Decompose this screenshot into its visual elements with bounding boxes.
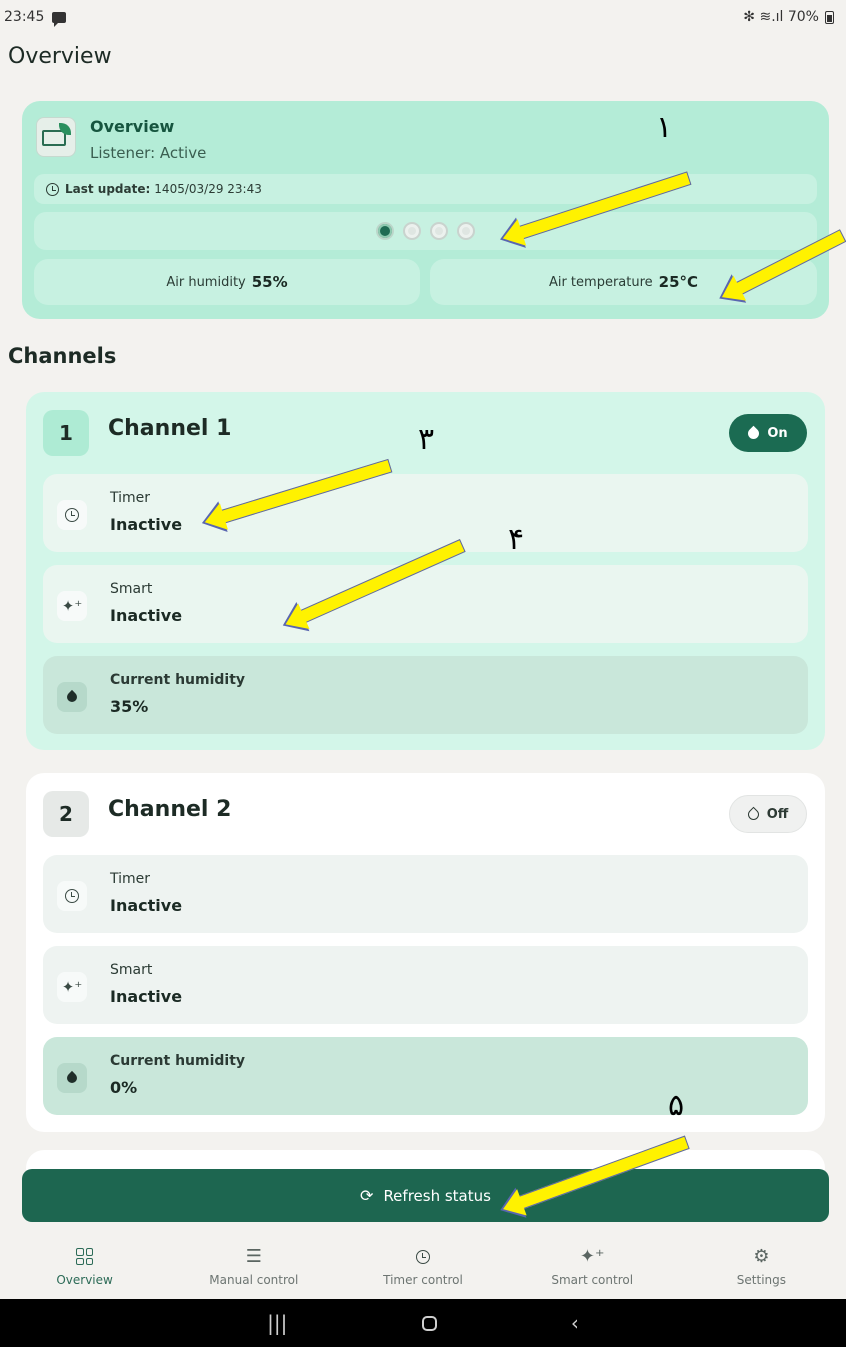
air-temperature-value: 25°C [658, 273, 699, 291]
annotation-number: ۴ [508, 522, 525, 557]
nav-settings[interactable]: ⚙ Settings [677, 1234, 846, 1299]
humidity-row: Current humidity 35% [43, 656, 808, 734]
sparkle-icon: ✦⁺ [579, 1246, 605, 1267]
status-indicators: ✻ ≋.ıl 70% [743, 9, 819, 25]
water-drop-icon [64, 689, 80, 705]
nav-label: Smart control [551, 1272, 634, 1287]
channel-status-label: Off [766, 806, 789, 822]
page-dot-4[interactable] [457, 222, 475, 240]
humidity-value: 35% [110, 697, 149, 716]
nav-smart-control[interactable]: ✦⁺ Smart control [508, 1234, 677, 1299]
channels-heading: Channels [8, 344, 117, 368]
air-humidity-chip: Air humidity 55% [34, 259, 420, 305]
home-icon[interactable] [421, 1315, 437, 1331]
nav-label: Overview [56, 1272, 113, 1287]
channel-status-label: On [767, 425, 788, 441]
system-navigation-bar: ||| ‹ [0, 1299, 846, 1347]
air-humidity-value: 55% [251, 273, 288, 291]
page-indicator [34, 212, 817, 250]
channel-card[interactable]: 2 Channel 2 Off Timer Inactive ✦⁺ Smart … [26, 773, 825, 1132]
page-dot-1[interactable] [376, 222, 394, 240]
channel-number: 1 [43, 410, 89, 456]
refresh-icon: ⟳ [360, 1186, 374, 1205]
nav-label: Timer control [383, 1272, 463, 1287]
humidity-row: Current humidity 0% [43, 1037, 808, 1115]
humidity-label: Current humidity [110, 672, 246, 688]
bottom-navigation: Overview ☰ Manual control Timer control … [0, 1234, 846, 1299]
nav-label: Manual control [209, 1272, 299, 1287]
message-icon [52, 11, 67, 27]
gear-icon: ⚙ [753, 1246, 770, 1267]
back-icon[interactable]: ‹ [571, 1311, 579, 1335]
clock-icon [65, 889, 79, 903]
refresh-status-button[interactable]: ⟳ Refresh status [22, 1169, 829, 1222]
timer-row[interactable]: Timer Inactive [43, 474, 808, 552]
annotation-number: ٣ [418, 422, 435, 457]
sparkle-icon: ✦⁺ [61, 596, 83, 615]
timer-label: Timer [110, 490, 151, 506]
air-humidity-label: Air humidity [166, 274, 246, 290]
sparkle-icon: ✦⁺ [61, 977, 83, 996]
channel-status-toggle[interactable]: On [729, 414, 807, 452]
app-logo-icon [36, 117, 76, 157]
annotation-number: ۵ [668, 1088, 685, 1123]
battery-icon [825, 10, 834, 24]
annotation-number: ١ [656, 110, 673, 145]
recent-apps-icon[interactable]: ||| [267, 1311, 287, 1335]
sliders-icon: ☰ [245, 1246, 262, 1267]
clock-icon [416, 1247, 430, 1267]
last-update-value: 1405/03/29 23:43 [154, 182, 262, 196]
status-bar: 23:45 ✻ ≋.ıl 70% [0, 0, 846, 34]
grid-icon [76, 1247, 94, 1267]
air-temperature-label: Air temperature [548, 274, 653, 290]
humidity-value: 0% [110, 1078, 138, 1097]
smart-label: Smart [110, 581, 153, 597]
clock-icon [46, 182, 59, 196]
refresh-status-label: Refresh status [383, 1186, 491, 1205]
humidity-label: Current humidity [110, 1053, 246, 1069]
status-time: 23:45 [4, 9, 45, 25]
timer-label: Timer [110, 871, 151, 887]
channel-name: Channel 2 [108, 797, 232, 822]
water-drop-outline-icon [745, 806, 761, 822]
channel-number: 2 [43, 791, 89, 837]
smart-value: Inactive [110, 606, 183, 625]
nav-overview[interactable]: Overview [0, 1234, 169, 1299]
page-dot-3[interactable] [430, 222, 448, 240]
timer-value: Inactive [110, 896, 183, 915]
channel-name: Channel 1 [108, 416, 232, 441]
timer-value: Inactive [110, 515, 183, 534]
water-drop-icon [746, 425, 762, 441]
overview-card: Overview Listener: Active Last update: 1… [22, 101, 829, 319]
nav-manual-control[interactable]: ☰ Manual control [169, 1234, 338, 1299]
page-dot-2[interactable] [403, 222, 421, 240]
smart-row[interactable]: ✦⁺ Smart Inactive [43, 946, 808, 1024]
last-update-bar: Last update: 1405/03/29 23:43 [34, 174, 817, 204]
last-update-label: Last update: [65, 182, 151, 196]
channel-status-toggle[interactable]: Off [729, 795, 807, 833]
nav-label: Settings [736, 1272, 787, 1287]
water-drop-icon [64, 1070, 80, 1086]
page-title: Overview [8, 44, 112, 69]
listener-status: Listener: Active [90, 144, 207, 162]
timer-row[interactable]: Timer Inactive [43, 855, 808, 933]
smart-value: Inactive [110, 987, 183, 1006]
smart-label: Smart [110, 962, 153, 978]
smart-row[interactable]: ✦⁺ Smart Inactive [43, 565, 808, 643]
nav-timer-control[interactable]: Timer control [338, 1234, 507, 1299]
overview-card-title: Overview [90, 117, 175, 136]
clock-icon [65, 508, 79, 522]
